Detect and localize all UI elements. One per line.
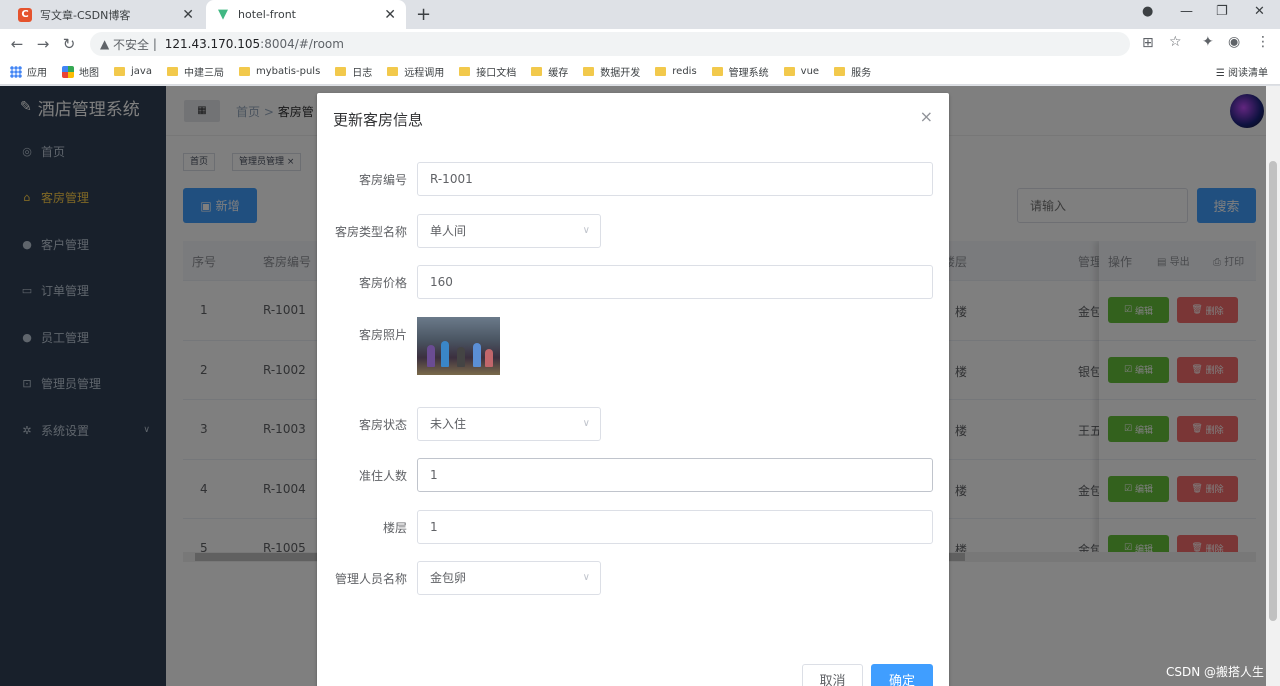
label-manager: 管理人员名称 <box>334 572 407 586</box>
url-text: 121.43.170.105:8004/#/room <box>164 37 344 51</box>
close-icon[interactable]: ✕ <box>182 7 194 23</box>
bookmark-folder[interactable]: 缓存 <box>531 64 568 79</box>
maps-icon <box>62 65 74 78</box>
bookmark-maps[interactable]: 地图 <box>62 64 99 79</box>
minimize-icon[interactable]: — <box>1180 4 1193 19</box>
folder-icon <box>114 67 125 76</box>
capacity-input[interactable]: 1 <box>417 458 933 492</box>
forward-icon[interactable]: → <box>30 35 56 53</box>
folder-icon <box>166 67 178 76</box>
security-label: 不安全 <box>113 37 150 52</box>
app-viewport: ✎ 酒店管理系统 ◎首页 ⌂客房管理 ●客户管理 ▭订单管理 ●员工管理 ⊡管理… <box>0 86 1280 686</box>
browser-tab-hotel[interactable]: ▼ hotel-front ✕ <box>206 0 406 29</box>
browser-tabbar: C 写文章-CSDN博客 ✕ ▼ hotel-front ✕ + ● — ❐ ✕ <box>0 0 1280 29</box>
folder-icon <box>387 67 399 76</box>
form-row-price: 客房价格 160 <box>317 265 949 299</box>
chevron-down-icon: ∨ <box>582 572 590 583</box>
form-row-manager: 管理人员名称 金包卵 ∨ <box>317 561 949 595</box>
browser-tab-csdn[interactable]: C 写文章-CSDN博客 ✕ <box>8 0 204 29</box>
confirm-button[interactable]: 确定 <box>871 664 933 686</box>
form-row-capacity: 准住人数 1 <box>317 458 949 492</box>
label-photo: 客房照片 <box>358 328 407 342</box>
folder-icon <box>459 67 471 76</box>
tab-title: hotel-front <box>238 8 296 21</box>
bookmark-folder[interactable]: 接口文档 <box>459 64 516 79</box>
floor-input[interactable]: 1 <box>417 510 933 544</box>
back-icon[interactable]: ← <box>4 35 30 53</box>
menu-icon[interactable]: ⋮ <box>1256 34 1270 50</box>
bookmark-folder[interactable]: redis <box>655 66 697 77</box>
apps-icon <box>10 65 22 78</box>
folder-icon <box>238 67 250 76</box>
label-room-type: 客房类型名称 <box>334 225 407 239</box>
form-row-status: 客房状态 未入住 ∨ <box>317 407 949 441</box>
room-code-input[interactable]: R-1001 <box>417 162 933 196</box>
bookmark-folder[interactable]: vue <box>783 66 819 77</box>
cancel-button[interactable]: 取消 <box>802 664 863 686</box>
folder-icon <box>531 67 543 76</box>
label-room-code: 客房编号 <box>358 173 407 187</box>
close-icon[interactable]: ✕ <box>384 7 396 23</box>
translate-icon[interactable]: ⊞ <box>1142 35 1154 51</box>
warning-icon: ▲ <box>100 37 114 51</box>
form-row-photo: 客房照片 <box>317 317 949 351</box>
omnibox[interactable]: ▲ 不安全 | 121.43.170.105:8004/#/room <box>90 32 1130 56</box>
update-room-dialog: 更新客房信息 × 客房编号 R-1001 客房类型名称 单人间 ∨ 客房价格 16… <box>317 93 949 686</box>
price-input[interactable]: 160 <box>417 265 933 299</box>
bookmark-apps[interactable]: 应用 <box>10 64 47 79</box>
watermark: CSDN @搬搭人生 <box>1165 665 1264 679</box>
bookmark-folder[interactable]: 日志 <box>335 64 372 79</box>
label-capacity: 准住人数 <box>358 469 407 483</box>
vue-icon: ▼ <box>218 7 228 22</box>
csdn-icon: C <box>18 7 32 22</box>
manager-select[interactable]: 金包卵 ∨ <box>417 561 601 595</box>
bookmark-folder[interactable]: 管理系统 <box>711 64 769 79</box>
scrollbar-thumb[interactable] <box>1269 161 1277 621</box>
chevron-down-icon: ∨ <box>582 418 590 429</box>
label-status: 客房状态 <box>358 418 407 432</box>
folder-icon <box>834 67 846 76</box>
form-row-room-type: 客房类型名称 单人间 ∨ <box>317 214 949 248</box>
new-tab-icon[interactable]: + <box>416 4 431 25</box>
reload-icon[interactable]: ↻ <box>56 35 82 53</box>
folder-icon <box>711 67 723 76</box>
close-icon[interactable]: × <box>920 107 933 126</box>
profile-dropdown-icon[interactable]: ● <box>1142 4 1153 19</box>
star-icon[interactable]: ☆ <box>1169 34 1182 50</box>
form-row-room-code: 客房编号 R-1001 <box>317 162 949 196</box>
bookmark-folder[interactable]: java <box>114 66 152 77</box>
status-select[interactable]: 未入住 ∨ <box>417 407 601 441</box>
form-row-floor: 楼层 1 <box>317 510 949 544</box>
reading-list[interactable]: ☰ 阅读清单 <box>1216 64 1268 79</box>
folder-icon <box>783 67 795 76</box>
window-close-icon[interactable]: ✕ <box>1254 4 1265 19</box>
extensions-icon[interactable]: ✦ <box>1202 34 1214 50</box>
room-photo[interactable] <box>417 317 500 375</box>
dialog-title: 更新客房信息 <box>333 111 424 129</box>
bookmark-folder[interactable]: mybatis-puls <box>238 66 320 77</box>
bookmarks-bar: 应用 地图 java 中建三局 mybatis-puls 日志 远程调用 接口文… <box>0 59 1280 85</box>
label-price: 客房价格 <box>358 276 407 290</box>
address-bar: ← → ↻ ▲ 不安全 | 121.43.170.105:8004/#/room… <box>0 29 1280 59</box>
maximize-icon[interactable]: ❐ <box>1216 4 1228 19</box>
folder-icon <box>335 67 347 76</box>
reading-list-icon: ☰ <box>1215 68 1228 79</box>
folder-icon <box>583 67 595 76</box>
tab-title: 写文章-CSDN博客 <box>40 8 131 22</box>
chevron-down-icon: ∨ <box>582 225 590 236</box>
profile-icon[interactable]: ◉ <box>1228 34 1240 50</box>
label-floor: 楼层 <box>382 521 407 535</box>
bookmark-folder[interactable]: 服务 <box>834 64 871 79</box>
bookmark-folder[interactable]: 数据开发 <box>583 64 640 79</box>
room-type-select[interactable]: 单人间 ∨ <box>417 214 601 248</box>
bookmark-folder[interactable]: 远程调用 <box>387 64 444 79</box>
folder-icon <box>655 67 667 76</box>
vertical-scrollbar[interactable] <box>1266 86 1280 686</box>
bookmark-folder[interactable]: 中建三局 <box>166 64 224 79</box>
